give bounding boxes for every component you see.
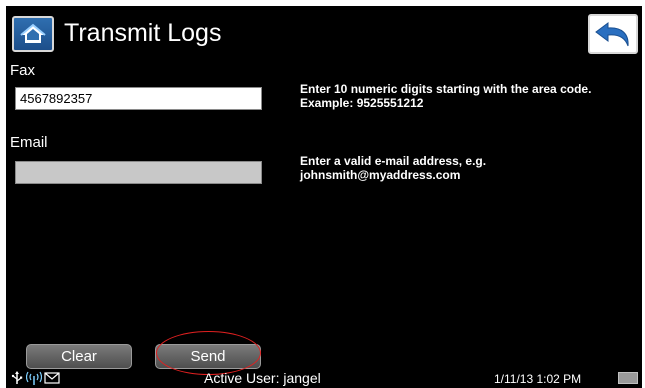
page-title: Transmit Logs <box>64 19 222 47</box>
fax-label: Fax <box>10 62 36 79</box>
usb-icon <box>11 371 23 384</box>
fax-field[interactable] <box>15 87 262 110</box>
fax-help-text: Enter 10 numeric digits starting with th… <box>300 82 592 110</box>
send-highlight-circle <box>156 331 261 375</box>
datetime-text: 1/11/13 1:02 PM <box>494 372 582 386</box>
clear-button[interactable]: Clear <box>26 344 132 369</box>
home-button[interactable] <box>12 16 54 52</box>
status-icons <box>10 370 60 386</box>
transmit-logs-screen: Transmit Logs Fax Enter 10 numeric digit… <box>6 6 642 388</box>
mail-icon <box>44 372 60 384</box>
email-label: Email <box>10 134 48 151</box>
email-field[interactable] <box>15 161 262 184</box>
keyboard-icon[interactable] <box>618 372 638 384</box>
email-help-text: Enter a valid e-mail address, e.g. johns… <box>300 154 487 182</box>
wireless-signal-icon <box>26 371 42 385</box>
home-icon <box>20 23 46 43</box>
active-user-text: Active User: jangel <box>204 370 321 386</box>
back-button[interactable] <box>588 14 638 54</box>
back-arrow-icon <box>595 22 629 47</box>
